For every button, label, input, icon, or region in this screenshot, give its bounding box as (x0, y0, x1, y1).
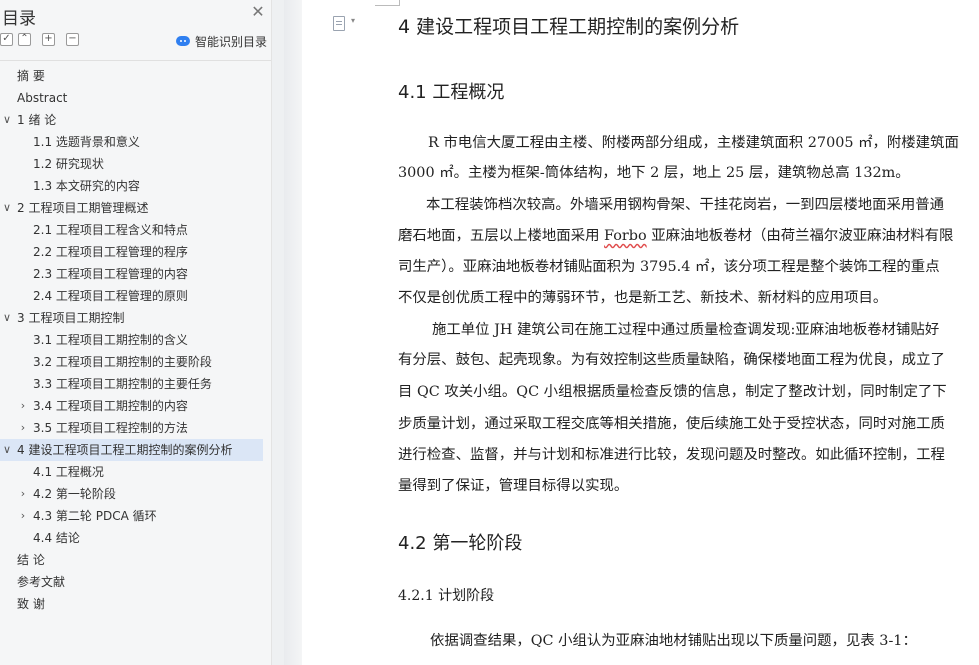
toc-divider (0, 60, 271, 61)
toc-item-3-4[interactable]: › 3.4 工程项目工期控制的内容 (0, 395, 263, 417)
toc-item-label: 3.1 工程项目工期控制的含义 (33, 333, 188, 347)
paragraph-line: 量得到了保证，管理目标得以实现。 (398, 478, 629, 494)
section-heading-4-1: 4.1 工程概况 (398, 82, 505, 103)
toc-item-label: 3.5 工程项目工程控制的方法 (33, 421, 188, 435)
chevron-right-icon[interactable]: › (17, 395, 29, 417)
toc-item-3-3[interactable]: 3.3 工程项目工期控制的主要任务 (0, 373, 263, 395)
text-run: 亚麻油地板卷材（由荷兰福尔波亚麻油材料有限 (646, 228, 954, 244)
toc-pane: 目录 ✕ ✓ ⌃ + − 智能识别目录 摘 要 Abstract ∨ 1 绪 论… (0, 0, 272, 665)
toc-item-label: 2.1 工程项目工程含义和特点 (33, 223, 188, 237)
toc-item-label: 1.2 研究现状 (33, 157, 104, 171)
smart-toc-label: 智能识别目录 (195, 34, 268, 49)
paragraph-line: 本工程装饰档次较高。外墙采用钢构骨架、干挂花岗岩，一到四层楼地面采用普通 (426, 197, 945, 213)
toc-item-label: 4.4 结论 (33, 531, 80, 545)
toc-item-4-3[interactable]: › 4.3 第二轮 PDCA 循环 (0, 505, 263, 527)
add-heading-icon[interactable]: + (42, 33, 55, 46)
toc-item-label: 1.3 本文研究的内容 (33, 179, 140, 193)
toc-item-abstract-cn[interactable]: 摘 要 (0, 65, 263, 87)
toc-item-2-1[interactable]: 2.1 工程项目工程含义和特点 (0, 219, 263, 241)
toc-item-label: 3.3 工程项目工期控制的主要任务 (33, 377, 212, 391)
toc-item-ch1[interactable]: ∨ 1 绪 论 (0, 109, 263, 131)
toc-item-label: 4.3 第二轮 PDCA 循环 (33, 509, 157, 523)
toc-item-label: 1.1 选题背景和意义 (33, 135, 140, 149)
toc-item-ch4[interactable]: ∨ 4 建设工程项目工程工期控制的案例分析 (0, 439, 263, 461)
chevron-right-icon[interactable]: › (17, 505, 29, 527)
toc-item-2-4[interactable]: 2.4 工程项目工程管理的原则 (0, 285, 263, 307)
document-icon[interactable] (333, 16, 345, 31)
toc-item-label: 结 论 (17, 553, 45, 567)
toc-item-abstract-en[interactable]: Abstract (0, 87, 263, 109)
toc-item-label: 2 工程项目工期管理概述 (17, 201, 149, 215)
smart-toc-icon (176, 36, 190, 46)
section-heading-4-2: 4.2 第一轮阶段 (398, 533, 523, 554)
close-icon[interactable]: ✕ (250, 4, 266, 20)
paragraph-line: 进行检查、监督，并与计划和标准进行比较，发现问题及时整改。如此循环控制，工程 (398, 447, 945, 463)
toc-item-1-3[interactable]: 1.3 本文研究的内容 (0, 175, 263, 197)
chevron-right-icon[interactable]: › (17, 483, 29, 505)
toc-item-1-2[interactable]: 1.2 研究现状 (0, 153, 263, 175)
toc-item-label: 4.1 工程概况 (33, 465, 104, 479)
paragraph-line: R 市电信大厦工程由主楼、附楼两部分组成，主楼建筑面积 27005 ㎡，附楼建筑… (428, 135, 959, 151)
toc-item-3-2[interactable]: 3.2 工程项目工期控制的主要阶段 (0, 351, 263, 373)
toc-item-label: Abstract (17, 91, 68, 105)
toc-item-label: 摘 要 (17, 69, 45, 83)
chevron-down-icon[interactable]: ∨ (1, 197, 13, 219)
toc-item-label: 3.2 工程项目工期控制的主要阶段 (33, 355, 212, 369)
smart-toc-button[interactable]: 智能识别目录 (176, 33, 267, 49)
toc-item-label: 4 建设工程项目工程工期控制的案例分析 (17, 443, 233, 457)
toc-item-ch2[interactable]: ∨ 2 工程项目工期管理概述 (0, 197, 263, 219)
chapter-heading: 4 建设工程项目工程工期控制的案例分析 (398, 16, 740, 38)
toc-item-3-1[interactable]: 3.1 工程项目工期控制的含义 (0, 329, 263, 351)
toc-item-acknowledgements[interactable]: 致 谢 (0, 593, 263, 615)
remove-heading-icon[interactable]: − (66, 33, 79, 46)
toc-item-references[interactable]: 参考文献 (0, 571, 263, 593)
paragraph-line: 有分层、鼓包、起壳现象。为有效控制这些质量缺陷，确保楼地面工程为优良，成立了 (398, 352, 945, 368)
subsection-heading-4-2-1: 4.2.1 计划阶段 (398, 588, 495, 604)
page-corner-mark (375, 0, 400, 6)
document-page[interactable]: ▾ 4 建设工程项目工程工期控制的案例分析 4.1 工程概况 R 市电信大厦工程… (302, 0, 979, 665)
toc-item-label: 3 工程项目工期控制 (17, 311, 125, 325)
chevron-down-icon[interactable]: ∨ (1, 109, 13, 131)
paragraph-line: 依据调查结果，QC 小组认为亚麻油地材铺贴出现以下质量问题，见表 3-1： (430, 633, 917, 649)
paragraph-line: 3000 ㎡。主楼为框架-筒体结构，地下 2 层，地上 25 层，建筑物总高 1… (398, 165, 910, 181)
toc-item-label: 参考文献 (17, 575, 66, 589)
toc-item-label: 致 谢 (17, 597, 45, 611)
chevron-down-icon[interactable]: ∨ (1, 439, 13, 461)
paragraph-line: 步质量计划，通过采取工程交底等相关措施，使后续施工处于受控状态，同时对施工质 (398, 416, 945, 432)
paragraph-line: 不仅是创优质工程中的薄弱环节，也是新工艺、新技术、新材料的应用项目。 (398, 290, 888, 306)
paragraph-line: 司生产）。亚麻油地板卷材铺贴面积为 3795.4 ㎡，该分项工程是整个装饰工程的… (398, 259, 940, 275)
toc-item-4-2[interactable]: › 4.2 第一轮阶段 (0, 483, 263, 505)
toc-item-label: 1 绪 论 (17, 113, 57, 127)
toc-item-ch3[interactable]: ∨ 3 工程项目工期控制 (0, 307, 263, 329)
pane-splitter[interactable] (272, 0, 284, 665)
toc-item-label: 2.3 工程项目工程管理的内容 (33, 267, 188, 281)
toc-item-4-4[interactable]: 4.4 结论 (0, 527, 263, 549)
toc-item-2-3[interactable]: 2.3 工程项目工程管理的内容 (0, 263, 263, 285)
page-shadow (284, 0, 302, 665)
toc-title: 目录 (2, 9, 36, 29)
toc-item-conclusion[interactable]: 结 论 (0, 549, 263, 571)
paragraph-line: 施工单位 JH 建筑公司在施工过程中通过质量检查调发现:亚麻油地板卷材铺贴好 (432, 322, 940, 338)
paragraph-line: 目 QC 攻关小组。QC 小组根据质量检查反馈的信息，制定了整改计划，同时制定了… (398, 384, 947, 400)
toc-item-label: 2.4 工程项目工程管理的原则 (33, 289, 188, 303)
toc-item-label: 3.4 工程项目工期控制的内容 (33, 399, 188, 413)
paragraph-line: 磨石地面，五层以上楼地面采用 Forbo 亚麻油地板卷材（由荷兰福尔波亚麻油材料… (398, 226, 953, 246)
chevron-right-icon[interactable]: › (17, 417, 29, 439)
toc-item-label: 4.2 第一轮阶段 (33, 487, 116, 501)
text-run: 磨石地面，五层以上楼地面采用 (398, 228, 605, 244)
toc-item-1-1[interactable]: 1.1 选题背景和意义 (0, 131, 263, 153)
toc-item-label: 2.2 工程项目工程管理的程序 (33, 245, 188, 259)
chevron-down-icon[interactable]: ∨ (1, 307, 13, 329)
expand-up-icon[interactable]: ⌃ (18, 33, 31, 46)
toc-item-2-2[interactable]: 2.2 工程项目工程管理的程序 (0, 241, 263, 263)
spellcheck-word[interactable]: Forbo (604, 228, 647, 244)
toc-item-4-1[interactable]: 4.1 工程概况 (0, 461, 263, 483)
toc-item-3-5[interactable]: › 3.5 工程项目工程控制的方法 (0, 417, 263, 439)
collapse-all-icon[interactable]: ✓ (0, 33, 13, 46)
dropdown-arrow-icon[interactable]: ▾ (351, 16, 355, 25)
